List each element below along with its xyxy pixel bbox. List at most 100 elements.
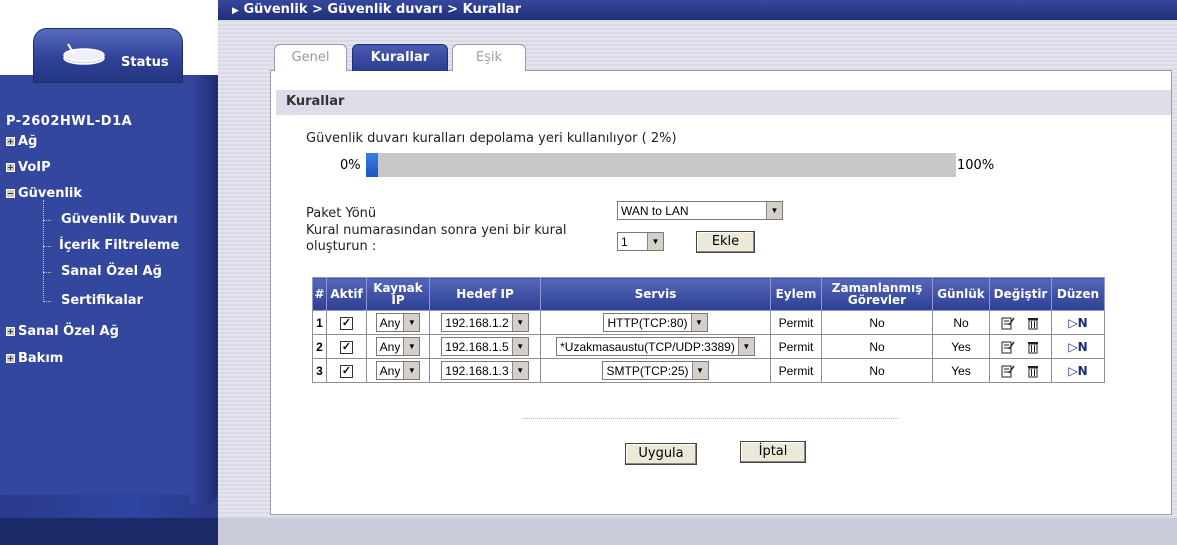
tree-branch [43,301,51,302]
active-checkbox[interactable]: ✓ [340,341,353,354]
dropdown-arrow-icon: ▼ [511,362,528,379]
usage-text: Güvenlik duvarı kuralları depolama yeri … [306,131,677,146]
dest-ip-select[interactable]: 192.168.1.3 ▼ [441,361,529,380]
breadcrumb-arrow-icon: ▶ [232,6,239,16]
router-icon [63,43,105,65]
schedule-cell: No [821,358,933,383]
menu-item-sanal-ozel-ag[interactable]: + Sanal Özel Ağ [6,324,119,339]
edit-icon[interactable] [1001,364,1015,378]
dropdown-arrow-icon: ▼ [690,314,707,331]
log-cell: Yes [932,358,990,383]
menu-item-guvenlik[interactable]: − Güvenlik [6,186,82,201]
packet-direction-select[interactable]: WAN to LAN ▼ [617,201,783,220]
dest-ip-select[interactable]: 192.168.1.2 ▼ [441,313,529,332]
breadcrumb-text: Güvenlik > Güvenlik duvarı > Kurallar [243,2,521,17]
section-header-bar [276,90,1171,115]
dropdown-arrow-icon: ▼ [511,338,528,355]
submenu-sertifikalar[interactable]: Sertifikalar [61,293,143,308]
col-header-source: Kaynak IP [366,277,430,311]
rules-table: # Aktif Kaynak IP Hedef IP Servis Eylem Z… [312,277,1105,383]
dropdown-arrow-icon: ▼ [691,362,708,379]
submenu-guvenlik-duvari[interactable]: Güvenlik Duvarı [61,212,178,227]
menu-item-label: Ağ [18,134,38,149]
dropdown-arrow-icon: ▼ [403,362,420,379]
move-icon[interactable]: ▷N [1068,316,1087,330]
rule-number-value: 1 [621,234,628,249]
status-label[interactable]: Status [121,55,169,70]
service-select[interactable]: SMTP(TCP:25) ▼ [602,361,709,380]
tree-line [43,200,44,302]
dest-ip-select[interactable]: 192.168.1.5 ▼ [441,337,529,356]
col-header-active: Aktif [326,277,367,311]
submenu-sanal-ozel-ag[interactable]: Sanal Özel Ağ [61,264,162,279]
col-header-modify: Değiştir [989,277,1052,311]
schedule-cell: No [821,310,933,335]
active-checkbox[interactable]: ✓ [340,365,353,378]
apply-button[interactable]: Uygula [625,443,697,465]
source-ip-select[interactable]: Any ▼ [375,361,421,380]
rule-number-label-1: Kural numarasından sonra yeni bir kural [306,223,567,238]
dropdown-arrow-icon: ▼ [511,314,528,331]
col-header-num: # [312,277,327,311]
expand-icon: + [6,354,15,363]
packet-direction-value: WAN to LAN [621,203,689,218]
service-select[interactable]: *Uzakmasaustu(TCP/UDP:3389) ▼ [556,337,755,356]
tree-branch [43,272,51,273]
service-select[interactable]: HTTP(TCP:80) ▼ [603,313,708,332]
log-cell: Yes [932,334,990,359]
cancel-button[interactable]: İptal [740,441,806,463]
action-cell: Permit [770,310,822,335]
source-ip-select[interactable]: Any ▼ [375,337,421,356]
log-cell: No [932,310,990,335]
edit-icon[interactable] [1001,340,1015,354]
menu-item-label: Güvenlik [18,186,83,201]
expand-icon: + [6,327,15,336]
rule-number-label-2: oluşturun : [306,239,377,254]
usage-progress-bar [366,153,956,177]
move-icon[interactable]: ▷N [1068,364,1087,378]
trash-icon[interactable] [1026,340,1040,354]
row-number: 2 [312,334,327,359]
tab-genel[interactable]: Genel [274,44,347,71]
tree-branch [43,246,51,247]
schedule-cell: No [821,334,933,359]
usage-max-label: 100% [957,158,995,173]
submenu-icerik-filtreleme[interactable]: İçerik Filtreleme [59,238,179,253]
dropdown-arrow-icon: ▼ [766,202,782,219]
expand-icon: + [6,137,15,146]
row-number: 1 [312,310,327,335]
tab-kurallar[interactable]: Kurallar [352,44,448,71]
active-checkbox[interactable]: ✓ [340,317,353,330]
move-icon[interactable]: ▷N [1068,340,1087,354]
active-checkbox-cell: ✓ [326,358,367,383]
menu-item-label: VoIP [18,160,51,175]
usage-min-label: 0% [340,158,361,173]
table-header-row: # Aktif Kaynak IP Hedef IP Servis Eylem Z… [312,277,1105,311]
add-button[interactable]: Ekle [696,231,755,253]
dropdown-arrow-icon: ▼ [403,338,420,355]
device-name: P-2602HWL-D1A [6,114,133,129]
dotted-separator [523,418,898,419]
usage-progress-fill [366,153,378,177]
expand-icon: + [6,163,15,172]
action-cell: Permit [770,358,822,383]
tab-esik[interactable]: Eşik [452,44,526,71]
col-header-service: Servis [540,277,771,311]
packet-direction-label: Paket Yönü [306,206,377,221]
col-header-dest: Hedef IP [429,277,541,311]
trash-icon[interactable] [1026,316,1040,330]
col-header-schedule: Zamanlanmış Görevler [821,277,933,311]
menu-item-ag[interactable]: + Ağ [6,134,37,149]
col-header-log: Günlük [932,277,990,311]
menu-item-bakim[interactable]: + Bakım [6,351,63,366]
trash-icon[interactable] [1026,364,1040,378]
source-ip-select[interactable]: Any ▼ [375,313,421,332]
col-header-action: Eylem [770,277,822,311]
active-checkbox-cell: ✓ [326,310,367,335]
menu-item-voip[interactable]: + VoIP [6,160,51,175]
sidebar-bottom-bar [0,518,218,545]
edit-icon[interactable] [1001,316,1015,330]
dropdown-arrow-icon: ▼ [403,314,420,331]
rule-number-select[interactable]: 1 ▼ [617,232,664,251]
table-row: 3 ✓ Any ▼ 192.168.1.3 ▼ SMTP(TCP:25) ▼ Perm… [312,358,1105,383]
